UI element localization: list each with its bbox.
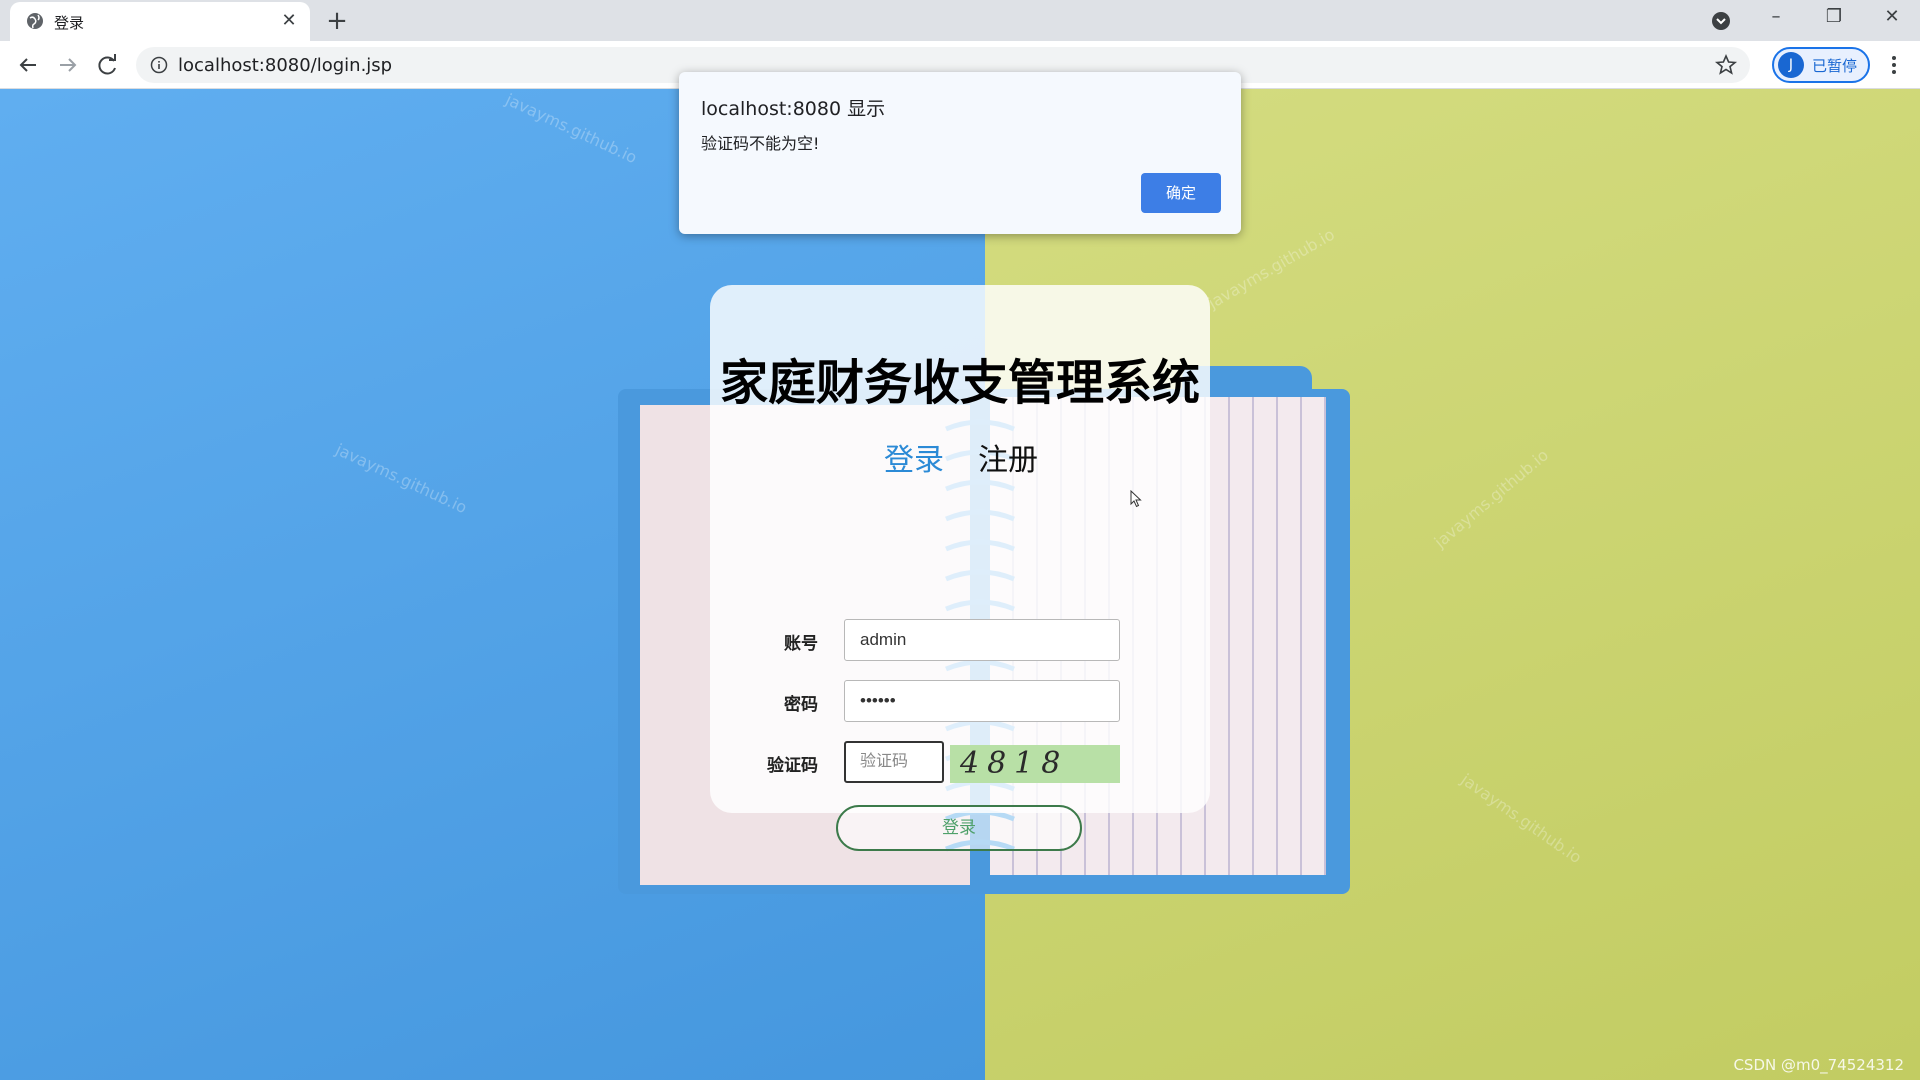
bookmark-star-icon[interactable]	[1714, 53, 1738, 77]
account-input[interactable]: admin	[844, 619, 1120, 661]
kebab-menu-icon[interactable]	[1882, 53, 1906, 77]
captcha-label: 验证码	[767, 756, 818, 776]
globe-icon	[27, 13, 43, 29]
tab-title: 登录	[54, 14, 85, 32]
captcha-input[interactable]: 验证码	[844, 741, 944, 783]
mouse-cursor-icon	[1130, 490, 1142, 508]
avatar: J	[1778, 52, 1804, 78]
new-tab-button[interactable]: +	[322, 6, 352, 36]
profile-button[interactable]: J 已暂停	[1772, 47, 1870, 83]
account-label: 账号	[784, 634, 818, 654]
alert-title: localhost:8080 显示	[701, 98, 886, 120]
tab-search-icon[interactable]	[1710, 10, 1732, 32]
alert-ok-button[interactable]: 确定	[1141, 173, 1221, 213]
url-text: localhost:8080/login.jsp	[178, 55, 393, 76]
tab-strip: 登录 ✕ + – ❐ ✕	[0, 0, 1920, 41]
login-button[interactable]: 登录	[836, 805, 1082, 851]
system-title: 家庭财务收支管理系统	[719, 355, 1200, 411]
browser-tab[interactable]: 登录 ✕	[10, 2, 310, 41]
page-viewport: javayms.github.io javayms.github.io java…	[0, 89, 1920, 1080]
profile-status: 已暂停	[1812, 57, 1858, 75]
restore-button[interactable]: ❐	[1806, 0, 1862, 36]
tab-close-icon[interactable]: ✕	[278, 10, 300, 32]
captcha-image[interactable]: 4818	[950, 745, 1120, 783]
alert-dialog: localhost:8080 显示 验证码不能为空! 确定	[679, 72, 1241, 234]
minimize-button[interactable]: –	[1748, 0, 1804, 36]
info-icon[interactable]	[150, 56, 168, 74]
footer-credit: CSDN @m0_74524312	[1733, 1056, 1904, 1074]
close-window-button[interactable]: ✕	[1864, 0, 1920, 36]
tab-login[interactable]: 登录	[884, 435, 944, 479]
password-label: 密码	[784, 695, 818, 715]
forward-arrow-icon[interactable]	[52, 49, 84, 81]
reload-icon[interactable]	[92, 49, 124, 81]
login-card: 家庭财务收支管理系统 登录 注册 账号 admin 密码 •••••• 验证码 …	[710, 285, 1210, 851]
password-input[interactable]: ••••••	[844, 680, 1120, 722]
captcha-code: 4818	[960, 746, 1069, 781]
alert-message: 验证码不能为空!	[701, 134, 820, 153]
tab-register[interactable]: 注册	[978, 435, 1038, 479]
back-arrow-icon[interactable]	[12, 49, 44, 81]
